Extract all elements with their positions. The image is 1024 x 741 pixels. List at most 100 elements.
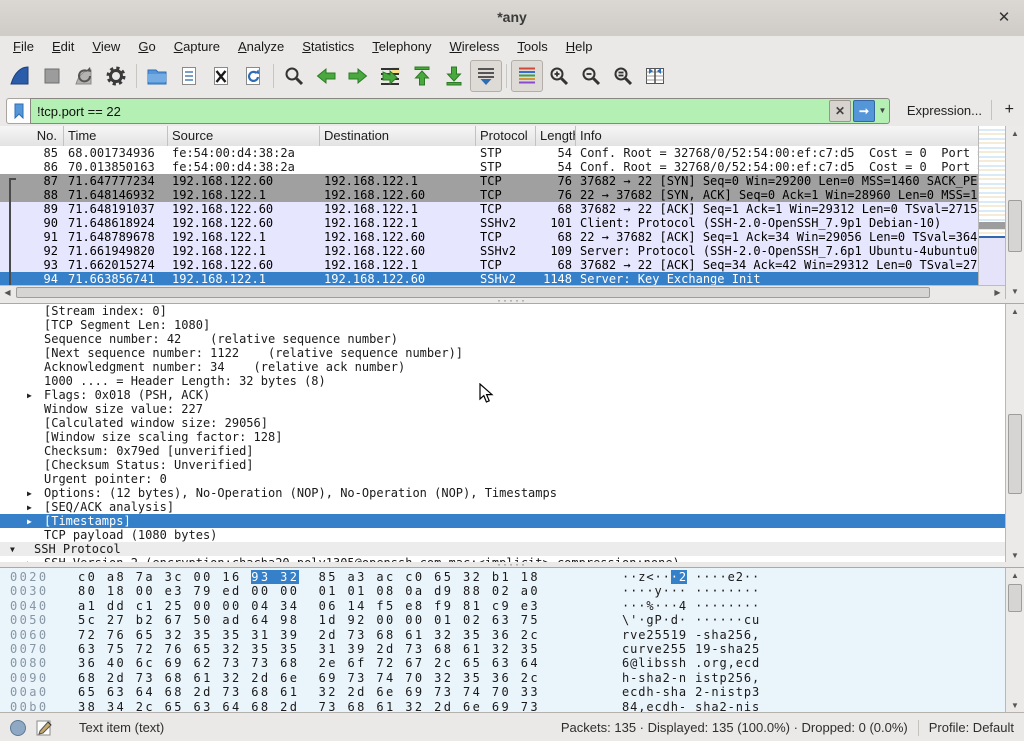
detail-line[interactable]: Acknowledgment number: 34 (relative ack … [0,360,1024,374]
expander-icon[interactable]: ▼ [10,543,15,556]
detail-line[interactable]: Checksum: 0x79ed [unverified] [0,444,1024,458]
expander-icon[interactable]: ▶ [27,389,32,402]
expander-icon[interactable]: ▶ [27,487,32,500]
menu-capture[interactable]: Capture [165,36,229,58]
scroll-down-arrow[interactable]: ▼ [1006,284,1024,299]
column-header-protocol[interactable]: Protocol [476,126,536,146]
filter-dropdown-arrow[interactable]: ▼ [876,99,889,121]
detail-line[interactable]: [Calculated window size: 29056] [0,416,1024,430]
find-packet-button[interactable] [278,60,310,92]
add-filter-button[interactable]: + [1005,101,1014,119]
menu-wireless[interactable]: Wireless [441,36,509,58]
packet-list-vscrollbar[interactable]: ▲ ▼ [1005,126,1024,299]
scroll-up-arrow[interactable]: ▲ [1006,126,1024,141]
detail-line[interactable]: 1000 .... = Header Length: 32 bytes (8) [0,374,1024,388]
filter-clear-button[interactable]: ✕ [829,100,851,122]
title-bar[interactable]: *any ✕ [0,0,1024,37]
column-header-source[interactable]: Source [168,126,320,146]
open-file-button[interactable] [141,60,173,92]
filter-bookmark-button[interactable] [6,98,32,124]
detail-line[interactable]: [Stream index: 0] [0,304,1024,318]
filter-apply-button[interactable]: ➞ [853,100,875,122]
colorize-button[interactable] [511,60,543,92]
packet-row-89[interactable]: 8971.648191037192.168.122.60192.168.122.… [0,202,978,216]
packet-row-90[interactable]: 9071.648618924192.168.122.60192.168.122.… [0,216,978,230]
capture-options-button[interactable] [100,60,132,92]
packet-list-header[interactable]: No. Time Source Destination Protocol Len… [0,126,1005,147]
packet-row-94-selected[interactable]: 9471.663856741192.168.122.1192.168.122.6… [0,272,978,286]
menu-help[interactable]: Help [557,36,602,58]
expression-button[interactable]: Expression... [907,103,982,118]
column-header-info[interactable]: Info [576,126,1005,146]
go-to-packet-button[interactable] [374,60,406,92]
next-packet-button[interactable] [342,60,374,92]
column-header-length[interactable]: Length [536,126,576,146]
menu-tools[interactable]: Tools [508,36,556,58]
scroll-thumb[interactable] [1008,584,1022,612]
packet-row-85[interactable]: 8568.001734936fe:54:00:d4:38:2aSTP54Conf… [0,146,978,160]
scroll-left-arrow[interactable]: ◀ [0,286,15,299]
capture-comment-icon[interactable] [36,719,53,736]
packet-row-86[interactable]: 8670.013850163fe:54:00:d4:38:2aSTP54Conf… [0,160,978,174]
previous-packet-button[interactable] [310,60,342,92]
restart-capture-button[interactable] [68,60,100,92]
details-vscrollbar[interactable]: ▲ ▼ [1005,304,1024,563]
detail-line[interactable]: [Checksum Status: Unverified] [0,458,1024,472]
menu-view[interactable]: View [83,36,129,58]
packet-row-87[interactable]: 8771.647777234192.168.122.60192.168.122.… [0,174,978,188]
hex-row-0090[interactable]: 009068 2d 73 68 61 32 2d 6e 69 73 74 70 … [0,671,1024,685]
menu-edit[interactable]: Edit [43,36,83,58]
bytes-vscrollbar[interactable]: ▲ ▼ [1005,568,1024,713]
zoom-original-button[interactable] [607,60,639,92]
column-header-no[interactable]: No. [0,126,64,146]
save-file-button[interactable] [173,60,205,92]
detail-line[interactable]: [Next sequence number: 1122 (relative se… [0,346,1024,360]
zoom-in-button[interactable] [543,60,575,92]
menu-statistics[interactable]: Statistics [293,36,363,58]
packet-row-88[interactable]: 8871.648146932192.168.122.1192.168.122.6… [0,188,978,202]
hex-row-0040[interactable]: 0040a1 dd c1 25 00 00 04 34 06 14 f5 e8 … [0,599,1024,613]
scroll-up-arrow[interactable]: ▲ [1006,568,1024,583]
hex-row-0070[interactable]: 007063 75 72 76 65 32 35 35 31 39 2d 73 … [0,642,1024,656]
packet-list-minimap[interactable] [978,126,1006,285]
scroll-down-arrow[interactable]: ▼ [1006,698,1024,713]
expert-info-icon[interactable] [10,720,26,736]
packet-row-92[interactable]: 9271.661949820192.168.122.1192.168.122.6… [0,244,978,258]
scroll-down-arrow[interactable]: ▼ [1006,548,1024,563]
scroll-thumb[interactable] [1008,414,1022,494]
expander-icon[interactable]: ▶ [27,501,32,514]
detail-line-ssh-protocol[interactable]: ▼SSH Protocol [0,542,1024,556]
close-window-button[interactable]: ✕ [994,8,1014,28]
first-packet-button[interactable] [406,60,438,92]
stop-capture-button[interactable] [36,60,68,92]
close-file-button[interactable] [205,60,237,92]
menu-telephony[interactable]: Telephony [363,36,440,58]
start-capture-button[interactable] [4,60,36,92]
column-header-time[interactable]: Time [64,126,168,146]
hex-row-0030[interactable]: 003080 18 00 e3 79 ed 00 00 01 01 08 0a … [0,584,1024,598]
detail-line[interactable]: [Window size scaling factor: 128] [0,430,1024,444]
hex-row-0050[interactable]: 00505c 27 b2 67 50 ad 64 98 1d 92 00 00 … [0,613,1024,627]
hex-row-0060[interactable]: 006072 76 65 32 35 35 31 39 2d 73 68 61 … [0,628,1024,642]
display-filter-input[interactable] [31,99,828,123]
scroll-up-arrow[interactable]: ▲ [1006,304,1024,319]
menu-go[interactable]: Go [129,36,164,58]
detail-line-options[interactable]: ▶Options: (12 bytes), No-Operation (NOP)… [0,486,1024,500]
hex-row-00a0[interactable]: 00a065 63 64 68 2d 73 68 61 32 2d 6e 69 … [0,685,1024,699]
detail-line[interactable]: TCP payload (1080 bytes) [0,528,1024,542]
detail-line-seq-ack[interactable]: ▶[SEQ/ACK analysis] [0,500,1024,514]
scroll-right-arrow[interactable]: ▶ [990,286,1005,299]
menu-file[interactable]: File [4,36,43,58]
hex-row-0020[interactable]: 0020c0 a8 7a 3c 00 16 93 32 85 a3 ac c0 … [0,570,1024,584]
detail-line[interactable]: Urgent pointer: 0 [0,472,1024,486]
reload-file-button[interactable] [237,60,269,92]
zoom-out-button[interactable] [575,60,607,92]
last-packet-button[interactable] [438,60,470,92]
column-header-destination[interactable]: Destination [320,126,476,146]
profile-label[interactable]: Profile: Default [929,720,1014,735]
packet-row-93[interactable]: 9371.662015274192.168.122.60192.168.122.… [0,258,978,272]
scroll-thumb[interactable] [1008,200,1022,252]
hex-row-00b0[interactable]: 00b038 34 2c 65 63 64 68 2d 73 68 61 32 … [0,700,1024,713]
packet-list-hscrollbar[interactable]: ◀ ▶ [0,285,1005,299]
detail-line[interactable]: Sequence number: 42 (relative sequence n… [0,332,1024,346]
